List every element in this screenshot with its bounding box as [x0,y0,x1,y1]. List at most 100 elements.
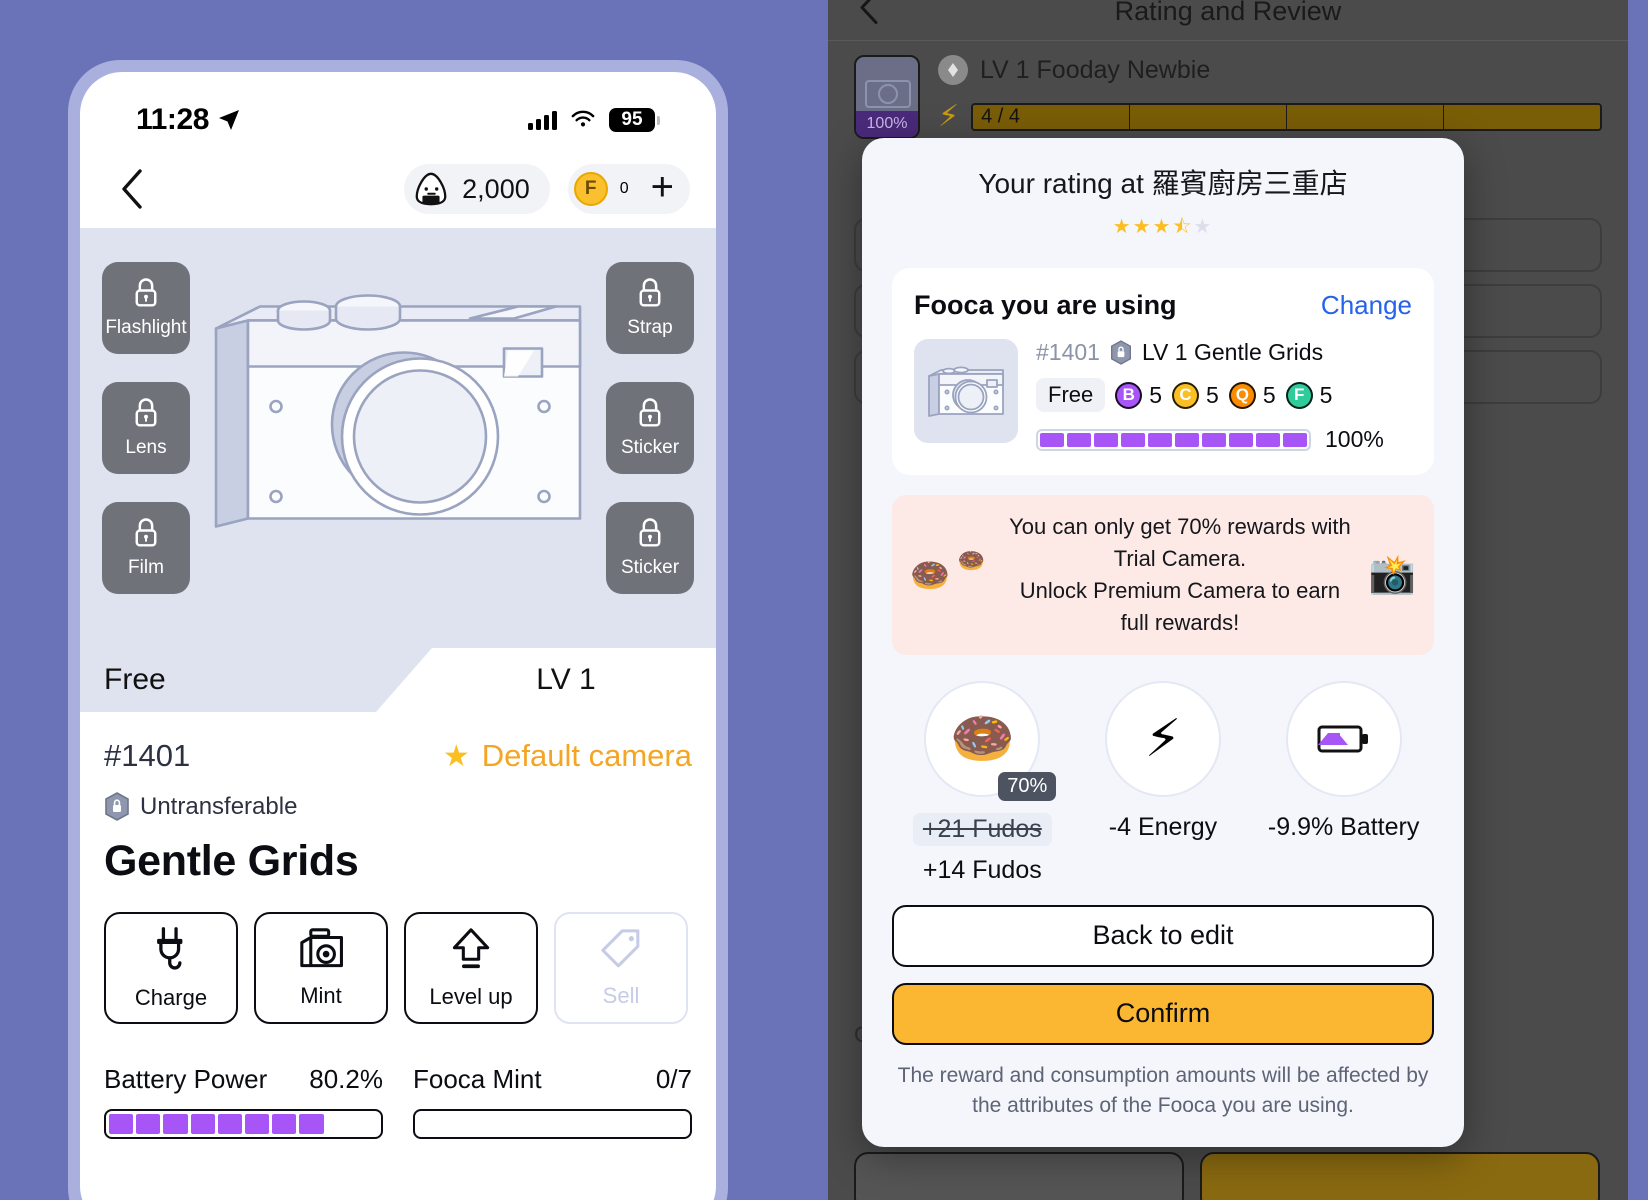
stat-q-value: 5 [1262,381,1276,408]
confirm-button[interactable]: Confirm [892,982,1434,1045]
screenshot-root: 11:28 95 2,000 F 0 + Flashlight Lens Fil… [0,0,1648,1200]
outcome-fudos-final: +14 Fudos [922,855,1042,884]
slot-strap[interactable]: Strap [606,262,694,354]
wifi-icon [571,110,595,127]
action-label: Mint [300,983,342,1008]
slot-label: Strap [627,317,673,338]
page-title: Rating and Review [1114,0,1342,26]
lock-icon [639,398,661,427]
camera-illustration [208,289,588,554]
bar-segment [608,1114,632,1134]
id-and-badge-row: #1401 ★ Default camera [104,738,692,774]
star-half-4: ⯪ [1172,216,1194,238]
camera-emoji-icon: 📸 [1368,553,1416,596]
change-fooca-button[interactable]: Change [1321,290,1412,321]
camera-icon [300,928,343,968]
right-slot-column: Strap Sticker Sticker [606,262,694,594]
battery-power-label: Battery Power [104,1064,268,1094]
battery-power-value: 80.2% [309,1064,383,1094]
status-bar-indicators: 95 [528,108,660,132]
onigiri-count: 2,000 [462,173,530,204]
battery-level: 95 [609,108,655,132]
bar-segment [217,1114,243,1134]
stat-f-icon: F [1285,381,1313,409]
add-fudos-button[interactable]: + [641,167,684,211]
warning-text: You can only get 70% rewards with Trial … [1005,511,1354,639]
back-button[interactable] [110,167,154,211]
left-slot-column: Flashlight Lens Film [102,262,190,594]
phone-screen: 11:28 95 2,000 F 0 + Flashlight Lens Fil… [80,72,716,1200]
fudos-count: 0 [619,180,629,197]
star-icon: ★ [442,739,470,773]
slot-label: Film [128,557,164,578]
default-camera-label: Default camera [481,738,692,773]
warning-line-1: You can only get 70% rewards with Trial … [1009,514,1351,571]
fooca-card: Fooca you are using Change #1401 LV 1 Ge… [892,268,1434,475]
rating-confirm-modal: Your rating at 羅賓廚房三重店 ★★★⯪★ Fooca you a… [862,138,1464,1148]
action-label: Level up [429,984,513,1009]
status-bar-time-group: 11:28 [136,103,241,137]
fudos-coin-icon: F [573,172,608,206]
donut-icon: 🍩 [910,556,950,593]
user-camera-thumb[interactable]: 100% [854,55,920,139]
outcome-battery-circle [1285,680,1402,797]
outcome-fudos-circle: 🍩 70% [924,680,1057,801]
back-button-right[interactable] [858,0,880,33]
fudos-balance-pill[interactable]: F 0 + [567,164,690,214]
bar-segment [354,1114,378,1134]
fooca-thumb[interactable] [914,339,1018,443]
transfer-status: Untransferable [104,792,692,821]
onigiri-balance-pill[interactable]: 2,000 [404,164,550,214]
stat-q: Q 5 [1228,381,1276,409]
slot-sticker-1[interactable]: Sticker [606,382,694,474]
camera-thumb-icon [865,80,911,108]
fooca-details: #1401 LV 1 Gentle Grids Free B 5 C 5 Q 5… [1036,339,1412,453]
warning-line-2: Unlock Premium Camera to earn full rewar… [1019,577,1341,635]
status-time: 11:28 [136,103,210,136]
star-filled-3: ★ [1152,216,1173,238]
fooca-mint-label: Fooca Mint [413,1064,542,1094]
outcome-energy: ⚡ -4 Energy [1073,680,1253,885]
outcome-fudos-strike-wrap: +21 Fudos [892,812,1072,846]
stat-c-value: 5 [1206,381,1219,408]
stat-q-icon: Q [1228,381,1256,409]
fooca-progress-segment [1256,432,1280,447]
mint-button[interactable]: Mint [254,912,388,1024]
slot-sticker-2[interactable]: Sticker [606,502,694,594]
action-label: Sell [602,983,640,1008]
slot-flashlight[interactable]: Flashlight [102,262,190,354]
default-camera-badge: ★ Default camera [443,738,692,774]
fooca-id-line: #1401 LV 1 Gentle Grids [1036,339,1412,366]
stat-f: F 5 [1285,381,1333,409]
camera-id: #1401 [104,738,191,773]
camera-showcase: Flashlight Lens Film Strap Sticker Stick… [80,228,716,648]
bar-segment [109,1114,134,1134]
donut-icon: 🍩 [949,710,1015,769]
slot-lens[interactable]: Lens [102,382,190,474]
user-rank-row: LV 1 Fooday Newbie [938,55,1602,85]
bar-segment [190,1114,215,1134]
bar-segment [418,1114,442,1134]
fooca-progress-segment [1121,432,1145,447]
bar-segment [663,1114,687,1134]
bar-segment [136,1114,161,1134]
slot-film[interactable]: Film [102,502,190,594]
rating-stars[interactable]: ★★★⯪★ [892,212,1434,246]
action-buttons: Charge Mint Level up Sell [104,912,692,1024]
battery-nub [657,115,660,125]
fooca-card-title: Fooca you are using [914,290,1177,320]
slot-label: Lens [125,437,167,458]
stat-f-value: 5 [1319,381,1333,408]
trial-camera-warning: 🍩 🍩 You can only get 70% rewards with Tr… [892,495,1434,655]
level-label: LV 1 [536,663,596,696]
tier-strip: Free LV 1 [80,648,716,712]
user-info: LV 1 Fooday Newbie ⚡ 4 / 4 [938,55,1602,134]
hex-lock-icon [105,792,129,821]
back-to-edit-button[interactable]: Back to edit [892,904,1434,967]
fooca-progress-segment [1175,432,1199,447]
action-label: Charge [134,985,208,1010]
fooca-progress-segment [1040,432,1064,447]
diamond-icon [938,55,968,85]
levelup-button[interactable]: Level up [404,912,538,1024]
charge-button[interactable]: Charge [104,912,238,1024]
